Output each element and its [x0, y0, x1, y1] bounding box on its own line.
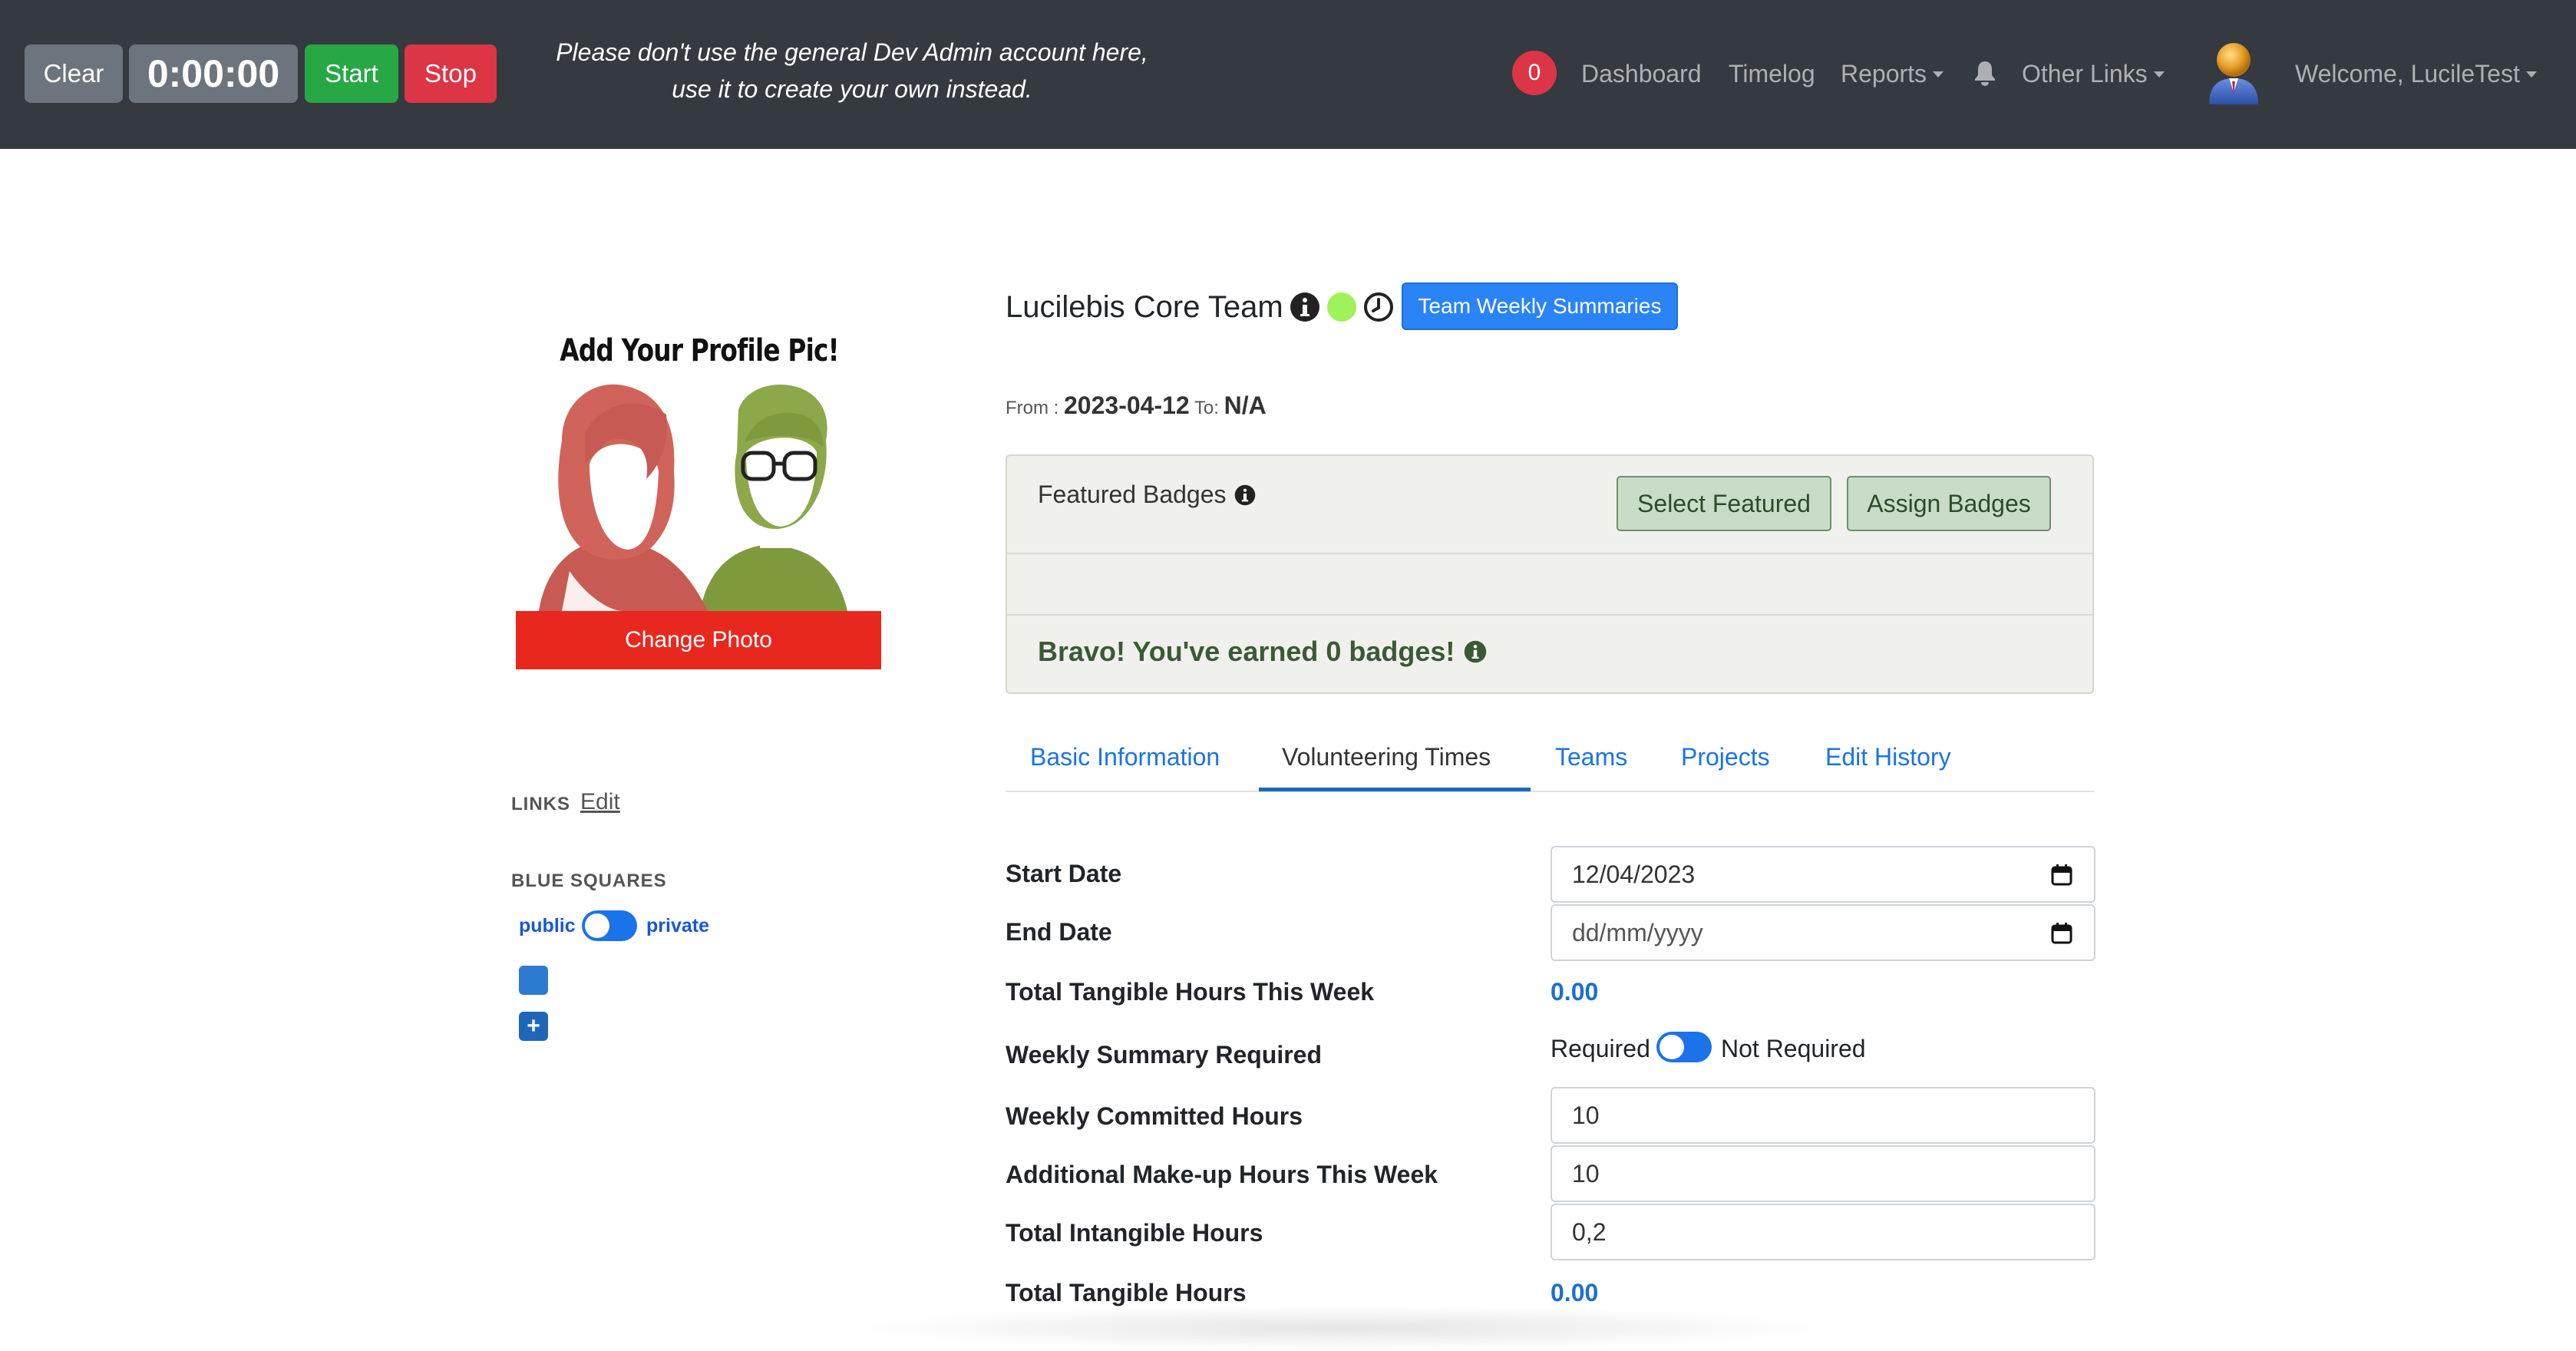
total-tangible-hours-label: Total Tangible Hours	[1006, 1279, 1247, 1306]
makeup-hours-label: Additional Make-up Hours This Week	[1006, 1161, 1438, 1188]
toggle-knob	[585, 913, 609, 938]
user-avatar-icon[interactable]	[2204, 38, 2263, 104]
tab-projects[interactable]: Projects	[1681, 743, 1770, 771]
profile-tabs: Basic Information Volunteering Times Tea…	[1006, 728, 2094, 792]
status-dot-icon	[1327, 292, 1356, 322]
weekly-committed-hours-value: 10	[1572, 1101, 1600, 1129]
nav-reports-label: Reports	[1841, 60, 1927, 88]
clear-timer-button[interactable]: Clear	[25, 45, 123, 103]
start-date-value: 12/04/2023	[1572, 860, 1696, 888]
bottom-fade	[844, 1305, 1842, 1351]
add-blue-square-button[interactable]: +	[519, 1012, 548, 1041]
required-label: Required	[1551, 1035, 1650, 1062]
profile-picture-placeholder: Add Your Profile Pic!	[516, 318, 883, 611]
featured-badges-heading: Featured Badges	[1038, 481, 1256, 509]
info-icon[interactable]	[1234, 484, 1256, 506]
from-label: From :	[1006, 398, 1059, 418]
start-timer-button[interactable]: Start	[305, 45, 398, 103]
team-name-title: Lucilebis Core Team	[1006, 290, 1283, 324]
clock-icon[interactable]	[1363, 292, 1394, 322]
featured-badges-label: Featured Badges	[1038, 481, 1227, 508]
nav-timelog-link[interactable]: Timelog	[1729, 57, 1815, 91]
active-tab-indicator	[1259, 788, 1531, 791]
start-date-input[interactable]: 12/04/2023	[1551, 846, 2095, 903]
end-date-input[interactable]: dd/mm/yyyy	[1551, 904, 2095, 961]
makeup-hours-value: 10	[1572, 1159, 1600, 1187]
weekly-summary-required-toggle[interactable]	[1656, 1032, 1712, 1062]
weekly-committed-hours-input[interactable]: 10	[1551, 1087, 2095, 1144]
intangible-hours-value: 0,2	[1572, 1217, 1607, 1246]
warning-line-1: Please don't use the general Dev Admin a…	[556, 38, 1148, 66]
badge-card-divider	[1007, 553, 2092, 554]
tangible-hours-week-value: 0.00	[1551, 978, 1599, 1006]
start-date-label: Start Date	[1006, 860, 1122, 887]
weekly-summary-required-label: Weekly Summary Required	[1006, 1041, 1323, 1069]
timer-display: 0:00:00	[129, 45, 298, 103]
team-weekly-summaries-button[interactable]: Team Weekly Summaries	[1402, 282, 1678, 330]
notification-count-badge[interactable]: 0	[1512, 51, 1557, 95]
nav-other-links-dropdown[interactable]: Other Links	[2022, 57, 2165, 91]
nav-welcome-label: Welcome, LucileTest	[2295, 60, 2520, 88]
end-date-placeholder: dd/mm/yyyy	[1572, 918, 1703, 946]
from-date: 2023-04-12	[1064, 391, 1190, 419]
info-icon[interactable]	[1290, 292, 1320, 322]
calendar-icon[interactable]	[2051, 864, 2072, 886]
to-date: N/A	[1224, 391, 1267, 419]
date-range: From : 2023-04-12 To: N/A	[1006, 391, 1267, 420]
end-date-label: End Date	[1006, 918, 1112, 946]
intangible-hours-input[interactable]: 0,2	[1551, 1204, 2095, 1260]
featured-badges-card: Featured Badges Select Featured Assign B…	[1006, 454, 2094, 694]
info-icon[interactable]	[1464, 640, 1487, 663]
total-tangible-hours-value: 0.00	[1551, 1279, 1599, 1306]
blue-squares-privacy-toggle[interactable]	[582, 910, 637, 941]
nav-reports-dropdown[interactable]: Reports	[1841, 57, 1944, 91]
toggle-knob	[1660, 1035, 1684, 1059]
tab-teams[interactable]: Teams	[1555, 743, 1627, 771]
change-photo-button[interactable]: Change Photo	[516, 611, 881, 669]
makeup-hours-input[interactable]: 10	[1551, 1145, 2095, 1202]
profile-silhouettes-icon	[539, 384, 847, 611]
public-label: public	[519, 915, 576, 936]
weekly-committed-hours-label: Weekly Committed Hours	[1006, 1102, 1303, 1130]
calendar-icon[interactable]	[2051, 923, 2072, 944]
nav-other-links-label: Other Links	[2022, 60, 2148, 88]
links-edit-link[interactable]: Edit	[580, 789, 620, 815]
private-label: private	[646, 915, 709, 936]
select-featured-button[interactable]: Select Featured	[1617, 476, 1831, 531]
not-required-label: Not Required	[1721, 1035, 1866, 1062]
warning-line-2: use it to create your own instead.	[672, 75, 1032, 103]
stop-timer-button[interactable]: Stop	[405, 45, 497, 103]
bell-icon[interactable]	[1973, 60, 1997, 88]
nav-dashboard-link[interactable]: Dashboard	[1581, 57, 1702, 91]
to-label: To:	[1194, 398, 1219, 418]
badges-earned-text: Bravo! You've earned 0 badges!	[1038, 636, 1455, 667]
tab-basic-information[interactable]: Basic Information	[1030, 743, 1220, 771]
blue-square-item[interactable]	[519, 966, 548, 995]
blue-squares-section-label: BLUE SQUARES	[511, 870, 667, 891]
tab-volunteering-times[interactable]: Volunteering Times	[1282, 743, 1491, 771]
dev-admin-warning: Please don't use the general Dev Admin a…	[530, 34, 1174, 107]
links-section-label: LINKS	[511, 794, 570, 814]
badge-card-divider	[1007, 614, 2092, 616]
intangible-hours-label: Total Intangible Hours	[1006, 1219, 1263, 1247]
tangible-hours-week-label: Total Tangible Hours This Week	[1006, 978, 1375, 1006]
assign-badges-button[interactable]: Assign Badges	[1847, 476, 2051, 531]
tab-edit-history[interactable]: Edit History	[1825, 743, 1951, 771]
plus-icon: +	[527, 1013, 540, 1039]
badges-earned-message: Bravo! You've earned 0 badges!	[1038, 636, 1487, 668]
top-navbar: Clear 0:00:00 Start Stop Please don't us…	[0, 0, 2576, 149]
nav-welcome-user-dropdown[interactable]: Welcome, LucileTest	[2295, 57, 2537, 91]
